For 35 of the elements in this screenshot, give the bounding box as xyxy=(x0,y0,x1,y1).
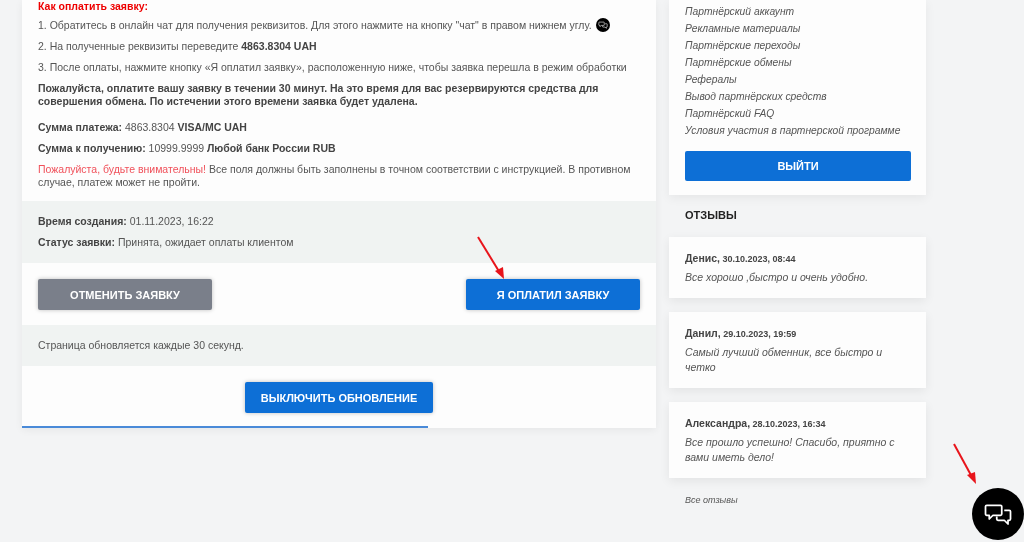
partner-menu-link[interactable]: Партнёрские обмены xyxy=(685,54,910,71)
instruction-step: 2. На полученные реквизиты переведите 4863.8304 UAH xyxy=(38,40,317,53)
chat-icon xyxy=(595,18,610,32)
review-author: Александра, 28.10.2023, 16:34 xyxy=(685,417,827,429)
annotation-arrow xyxy=(953,443,976,484)
disable-refresh-button[interactable]: ВЫКЛЮЧИТЬ ОБНОВЛЕНИЕ xyxy=(245,382,433,413)
partner-menu-link[interactable]: Партнёрский аккаунт xyxy=(685,3,910,20)
annotation-arrow xyxy=(477,236,504,279)
review-author: Денис, 30.10.2023, 08:44 xyxy=(685,252,797,264)
partner-menu-link[interactable]: Партнёрский FAQ xyxy=(685,105,910,122)
payment-amount: Сумма к получению: 10999.9999 Любой банк России RUB xyxy=(38,142,337,155)
chat-button[interactable] xyxy=(972,488,1024,540)
instructions-heading: Как оплатить заявку: xyxy=(38,0,149,12)
cancel-button[interactable]: ОТМЕНИТЬ ЗАЯВКУ xyxy=(38,279,212,310)
instruction-step: 1. Обратитесь в онлайн чат для получения реквизитов. Для этого нажмите на кнопку "чат" в правом нижнем углу. xyxy=(38,18,592,32)
order-info: Время создания: 01.11.2023, 16:22 xyxy=(38,215,215,228)
instruction-step: 3. После оплаты, нажмите кнопку «Я оплатил заявку», расположенную ниже, чтобы заявка перешла в режим обработки xyxy=(38,61,627,74)
order-info: Статус заявки: Принята, ожидает оплаты клиентом xyxy=(38,236,295,249)
partner-menu-link[interactable]: Рекламные материалы xyxy=(685,20,910,37)
paid-button[interactable]: Я ОПЛАТИЛ ЗАЯВКУ xyxy=(466,279,640,310)
all-reviews-link[interactable]: Все отзывы xyxy=(685,492,738,509)
payment-amount: Сумма платежа: 4863.8304 VISA/MC UAH xyxy=(38,121,248,134)
warning-text: Пожалуйста, будьте внимательны! Все поля должны быть заполнены в точном соответствии с инструкцией. В противном случае, платеж может не пройти. xyxy=(38,163,632,189)
refresh-note: Страница обновляется каждые 30 секунд. xyxy=(38,339,245,352)
review-author: Данил, 29.10.2023, 19:59 xyxy=(685,327,798,339)
partner-menu-link[interactable]: Рефералы xyxy=(685,71,910,88)
payment-deadline-notice: Пожалуйста, оплатите вашу заявку в течении 30 минут. На это время для вас резервируются средства для совершения обмена. По истечении этого времени заявка будет удалена. xyxy=(38,82,600,108)
logout-button[interactable]: ВЫЙТИ xyxy=(685,151,911,181)
review-text: Все хорошо ,быстро и очень удобно. xyxy=(685,270,870,285)
partner-menu-link[interactable]: Вывод партнёрских средств xyxy=(685,88,910,105)
review-text: Самый лучший обменник, все быстро и четко xyxy=(685,345,884,375)
partner-menu-link[interactable]: Условия участия в партнерской программе xyxy=(685,122,910,139)
partner-menu-link[interactable]: Партнёрские переходы xyxy=(685,37,910,54)
reviews-heading: ОТЗЫВЫ xyxy=(685,209,738,221)
review-text: Все прошло успешно! Спасибо, приятно с вами иметь дело! xyxy=(685,435,896,465)
